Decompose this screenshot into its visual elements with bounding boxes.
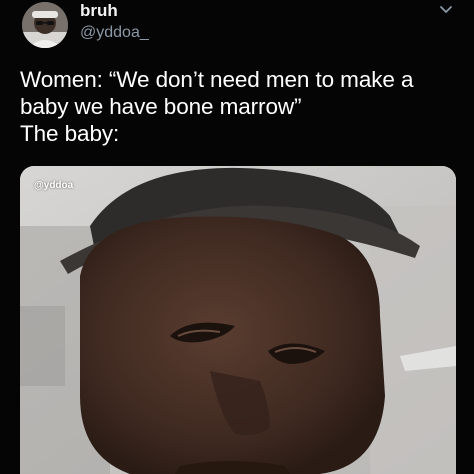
- tweet-line: baby we have bone marrow”: [20, 94, 302, 119]
- tweet-card: bruh @yddoa_ Women: “We don’t need men t…: [0, 0, 474, 474]
- tweet-line: The baby:: [20, 121, 120, 146]
- avatar[interactable]: [22, 2, 68, 48]
- avatar-image: [22, 2, 68, 48]
- user-handle[interactable]: @yddoa_: [80, 23, 149, 43]
- tweet-line: Women: “We don’t need men to make a: [20, 67, 414, 92]
- video-frame: [20, 166, 456, 474]
- tweet-text: Women: “We don’t need men to make a baby…: [20, 66, 460, 147]
- display-name[interactable]: bruh: [80, 1, 118, 21]
- media-watermark: @yddoa: [34, 180, 74, 191]
- chevron-down-icon[interactable]: [438, 3, 454, 15]
- tweet-media[interactable]: @yddoa: [20, 166, 456, 474]
